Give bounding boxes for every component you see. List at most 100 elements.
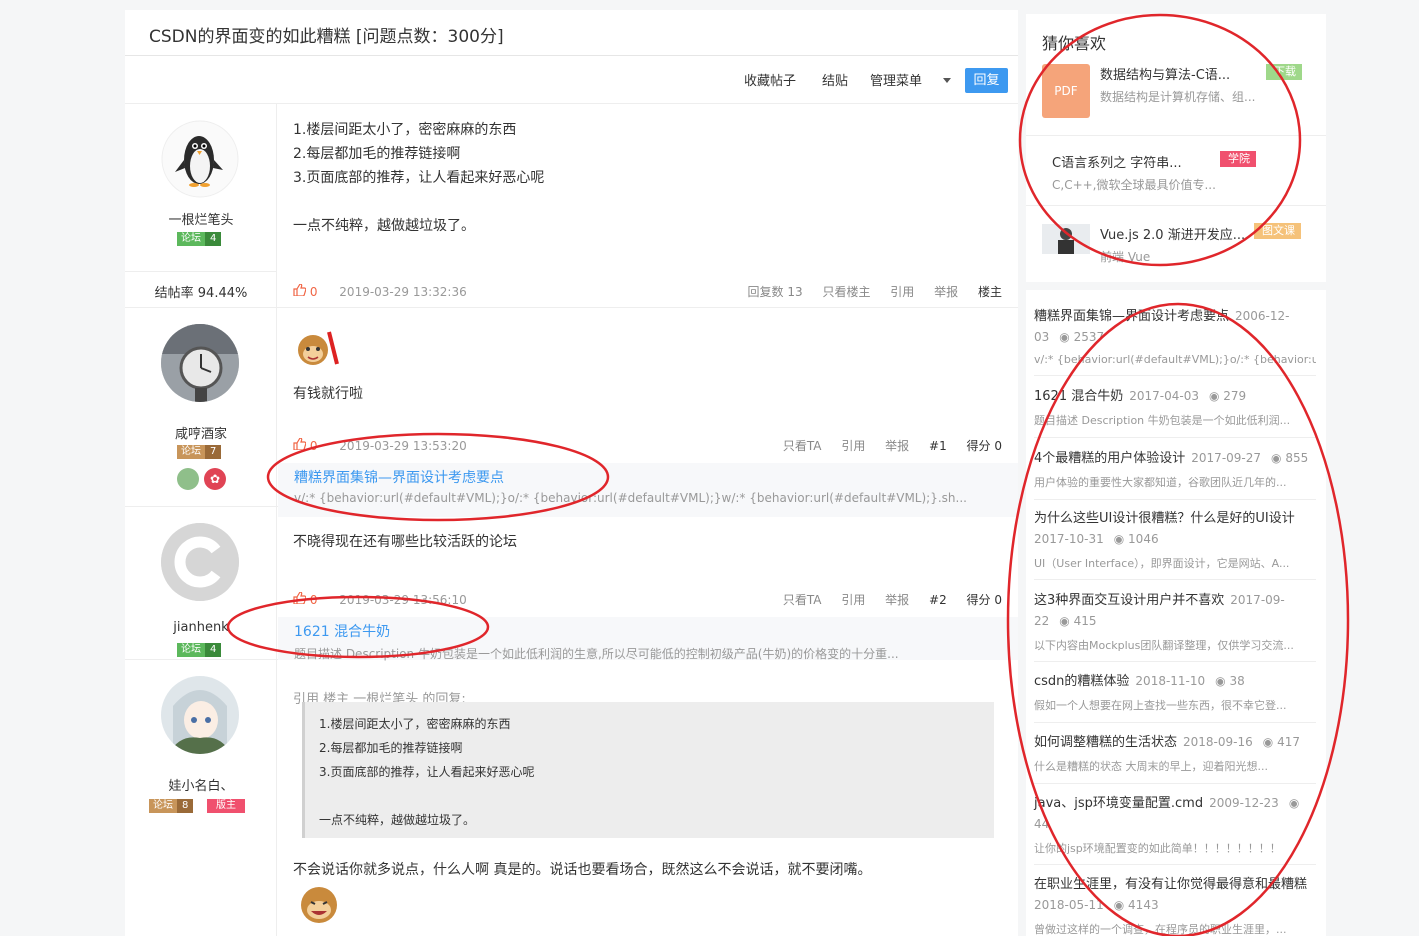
blog-item[interactable]: csdn的糟糕体验 2018-11-10 ◉ 38 假如一个人想要在网上查找一些东西… <box>1034 671 1316 723</box>
medal-icon <box>177 468 199 490</box>
report-link[interactable]: 举报 <box>934 285 958 299</box>
username[interactable]: 一根烂笔头 <box>125 209 277 228</box>
thread-title-bar: CSDN的界面变的如此糟糕 [问题点数：300分] <box>125 10 1018 56</box>
post-body: 不会说话你就多说点，什么人啊 真是的。说话也要看场合，既然这么不会说话，就不要闭… <box>293 862 872 878</box>
recommend-item[interactable]: C语言系列之 字符串... C,C++,微软全球最具价值专... 学院 <box>1026 136 1326 206</box>
recommend-title-link[interactable]: 糟糕界面集锦—界面设计考虑要点 <box>294 467 1002 487</box>
blog-item[interactable]: 为什么这些UI设计很糟糕？什么是好的UI设计2017-10-31 ◉ 1046 U… <box>1034 508 1316 580</box>
blog-date: 2017-10-31 <box>1034 532 1104 546</box>
thread-toolbar: 收藏帖子 结贴 管理菜单 回复 <box>125 56 1018 104</box>
report-link[interactable]: 举报 <box>885 593 909 607</box>
blog-date: 2018-09-16 <box>1183 735 1253 749</box>
blog-desc: UI（User Interface），即界面设计，它是网站、A... <box>1034 557 1290 570</box>
related-blog-list: 糟糕界面集锦—界面设计考虑要点 2006-12-03 ◉ 2537 v/:* {be… <box>1026 290 1326 936</box>
recommend-item[interactable]: Vue.js 2.0 渐进开发应... 前端 Vue 图文课 <box>1026 206 1326 282</box>
avatar[interactable] <box>161 324 239 402</box>
only-ta-link[interactable]: 只看TA <box>783 593 822 607</box>
eye-icon: ◉ <box>1208 389 1224 403</box>
monkey-laugh-emoji-icon <box>293 882 345 932</box>
badge-label: 论坛 <box>177 232 205 246</box>
manage-menu-button[interactable]: 管理菜单 <box>870 70 922 89</box>
blog-item[interactable]: 4个最糟糕的用户体验设计 2017-09-27 ◉ 855 用户体验的重要性大家都知… <box>1034 448 1316 500</box>
blog-item[interactable]: 这3种界面交互设计用户并不喜欢 2017-09-22 ◉ 415 以下内容由Mock… <box>1034 590 1316 662</box>
recommend-title[interactable]: C语言系列之 字符串... <box>1052 152 1182 171</box>
blog-title[interactable]: 在职业生涯里，有没有让你觉得最得意和最糟糕2018-05-11 ◉ 4143 <box>1034 874 1316 916</box>
like-button[interactable]: 0 <box>293 283 321 299</box>
reply-button[interactable]: 回复 <box>965 68 1008 93</box>
forum-level-badge: 论坛 4 <box>177 643 222 657</box>
blog-title[interactable]: 为什么这些UI设计很糟糕？什么是好的UI设计2017-10-31 ◉ 1046 <box>1034 508 1316 550</box>
blog-date: 2018-05-11 <box>1034 898 1104 912</box>
thumbs-up-icon <box>293 283 307 297</box>
badge-level: 4 <box>205 232 222 246</box>
like-button[interactable]: 0 <box>293 437 321 453</box>
avatar[interactable] <box>161 676 239 754</box>
recommend-title[interactable]: 数据结构与算法-C语... <box>1100 64 1230 83</box>
recommend-title-link[interactable]: 1621 混合牛奶 <box>294 621 1002 641</box>
view-count: 417 <box>1277 735 1300 749</box>
view-count: 1046 <box>1128 532 1159 546</box>
recommend-title[interactable]: Vue.js 2.0 渐进开发应... <box>1100 224 1245 243</box>
post-line: 1.楼层间距太小了，密密麻麻的东西 <box>293 122 517 138</box>
post-op: 一根烂笔头 论坛 4 结帖率 94.44% 1.楼层间距太小了，密密麻麻的东西 2… <box>125 104 1018 308</box>
blog-title[interactable]: 这3种界面交互设计用户并不喜欢 2017-09-22 ◉ 415 <box>1034 590 1316 632</box>
quote-line: 3.页面底部的推荐，让人看起来好恶心呢 <box>319 765 535 779</box>
blog-title[interactable]: 1621 混合牛奶 2017-04-03 ◉ 279 <box>1034 386 1316 407</box>
course-tag: 图文课 <box>1254 223 1301 239</box>
close-thread-button[interactable]: 结贴 <box>822 70 848 89</box>
post-line <box>293 190 544 214</box>
blog-item[interactable]: java、jsp环境变量配置.cmd 2009-12-23 ◉ 44 让你的jsp环… <box>1034 793 1316 865</box>
eye-icon: ◉ <box>1059 330 1074 344</box>
view-count: 44 <box>1034 817 1050 831</box>
post-body: 1.楼层间距太小了，密密麻麻的东西 2.每层都加毛的推荐链接啊 3.页面底部的推… <box>293 118 544 238</box>
blog-desc: v/:* {behavior:url(#default#VML);}o/:* {… <box>1034 353 1316 366</box>
post-meta: 0 2019-03-29 13:53:20 <box>293 437 467 453</box>
view-count: 4143 <box>1128 898 1159 912</box>
blog-item[interactable]: 如何调整糟糕的生活状态 2018-09-16 ◉ 417 什么是糟糕的状态 大周末的… <box>1034 732 1316 784</box>
blog-title[interactable]: 4个最糟糕的用户体验设计 2017-09-27 ◉ 855 <box>1034 448 1316 469</box>
badge-level: 4 <box>205 643 222 657</box>
blog-date: 2018-11-10 <box>1135 674 1206 688</box>
quote-link[interactable]: 引用 <box>890 285 914 299</box>
favorite-button[interactable]: 收藏帖子 <box>744 70 796 89</box>
recommend-box[interactable]: 1621 混合牛奶 题目描述 Description 牛奶包装是一个如此低利润的… <box>278 617 1018 661</box>
avatar[interactable] <box>161 523 239 601</box>
badge-level: 8 <box>177 799 194 813</box>
post-actions: 只看TA 引用 举报 #1 得分 0 <box>767 437 1002 454</box>
only-op-link[interactable]: 只看楼主 <box>822 285 870 299</box>
eye-icon: ◉ <box>1215 674 1230 688</box>
recommend-item[interactable]: PDF 数据结构与算法-C语... 数据结构是计算机存储、组... 下载 <box>1026 54 1326 136</box>
close-rate: 结帖率 94.44% <box>154 286 248 301</box>
blog-desc: 什么是糟糕的状态 大周末的早上，迎着阳光想... <box>1034 760 1268 773</box>
blog-title[interactable]: 如何调整糟糕的生活状态 2018-09-16 ◉ 417 <box>1034 732 1316 753</box>
quote-link[interactable]: 引用 <box>841 439 865 453</box>
chevron-down-icon[interactable] <box>943 78 951 83</box>
only-ta-link[interactable]: 只看TA <box>783 439 822 453</box>
blog-item[interactable]: 在职业生涯里，有没有让你觉得最得意和最糟糕2018-05-11 ◉ 4143 曾做… <box>1034 874 1316 936</box>
blog-desc: 曾做过这样的一个调查，在程序员的职业生涯里，... <box>1034 923 1287 936</box>
blog-item[interactable]: 1621 混合牛奶 2017-04-03 ◉ 279 题目描述 Descriptio… <box>1034 386 1316 438</box>
report-link[interactable]: 举报 <box>885 439 909 453</box>
recommend-desc: C,C++,微软全球最具价值专... <box>1052 178 1216 192</box>
blog-date: 2017-09-27 <box>1191 451 1262 465</box>
blog-title[interactable]: csdn的糟糕体验 2018-11-10 ◉ 38 <box>1034 671 1316 692</box>
username[interactable]: 咸哼酒家 <box>125 423 277 442</box>
username[interactable]: 娃小名白、 <box>125 775 277 794</box>
recommend-desc: 数据结构是计算机存储、组... <box>1100 90 1256 104</box>
like-button[interactable]: 0 <box>293 591 321 607</box>
blog-desc: 假如一个人想要在网上查找一些东西，很不幸它登... <box>1034 699 1287 712</box>
penguin-avatar-image <box>161 120 239 198</box>
post-time: 2019-03-29 13:32:36 <box>339 285 467 299</box>
username[interactable]: jianhenk <box>125 620 277 635</box>
blog-title[interactable]: java、jsp环境变量配置.cmd 2009-12-23 ◉ 44 <box>1034 793 1316 835</box>
monkey-emoji-icon <box>293 328 343 376</box>
divider <box>125 271 277 272</box>
avatar[interactable] <box>161 120 239 198</box>
blog-date: 2009-12-23 <box>1209 796 1279 810</box>
blog-item[interactable]: 糟糕界面集锦—界面设计考虑要点 2006-12-03 ◉ 2537 v/:* {be… <box>1034 306 1316 376</box>
badge-label: 论坛 <box>177 643 205 657</box>
post-meta: 0 2019-03-29 13:32:36 <box>293 283 467 299</box>
blog-title[interactable]: 糟糕界面集锦—界面设计考虑要点 2006-12-03 ◉ 2537 <box>1034 306 1316 348</box>
quote-link[interactable]: 引用 <box>841 593 865 607</box>
floor-number: #2 <box>929 593 947 607</box>
